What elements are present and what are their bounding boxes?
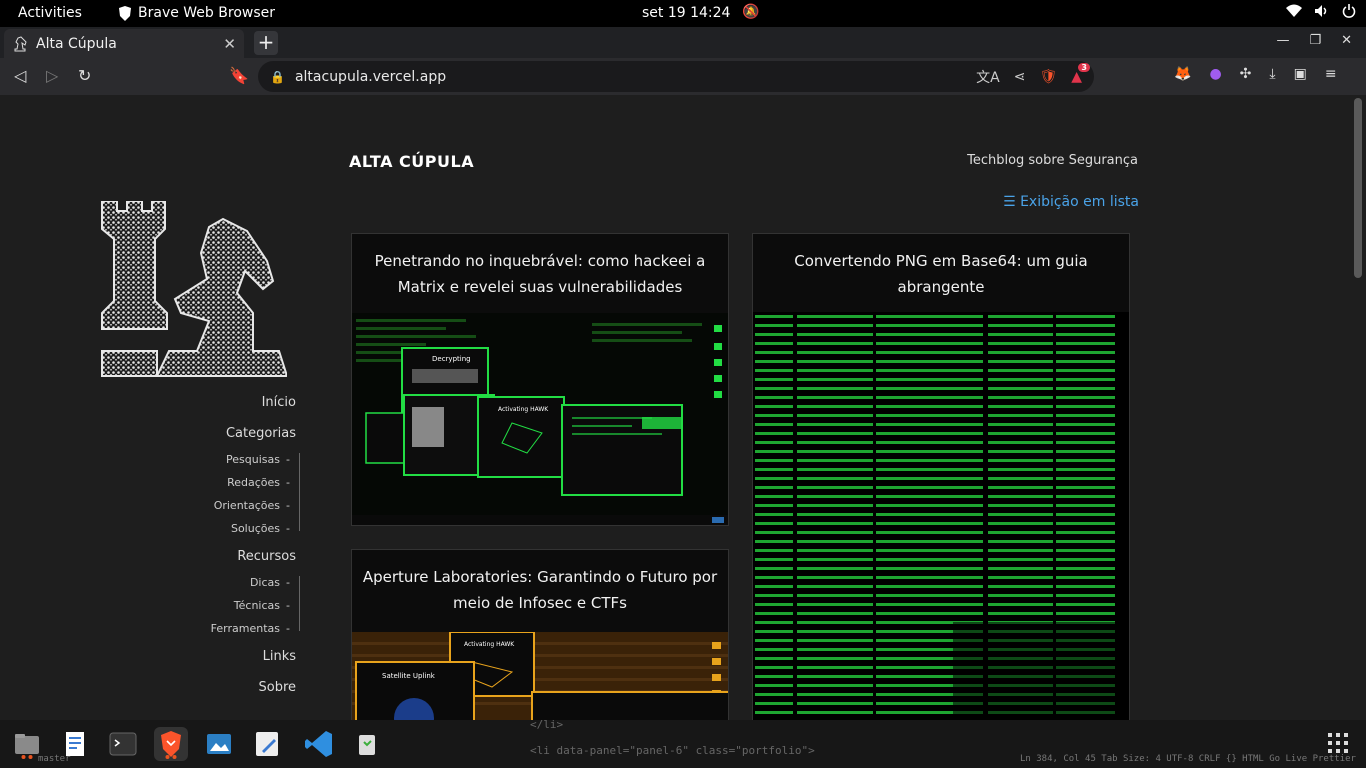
pencil-notes-icon (256, 732, 278, 756)
list-view-toggle[interactable]: ☰ Exibição em lista (1003, 194, 1139, 210)
hacker-screens-image: Decrypting Activating HAWK (352, 319, 728, 525)
page-scrollbar[interactable] (1354, 98, 1362, 278)
dock-terminal[interactable] (106, 727, 140, 761)
running-indicator (21, 755, 33, 759)
image-viewer-icon (207, 734, 231, 754)
post-card[interactable]: Convertendo PNG em Base64: um guia abran… (752, 233, 1130, 720)
close-window-icon[interactable]: ✕ (1341, 33, 1352, 48)
editor-line: </li> (530, 718, 564, 731)
browser-toolbar: ◁ ▷ ↻ 🔖 🔒 altacupula.vercel.app 文A ⋖ 🛡 ▲… (0, 58, 1366, 95)
base64-text-image (753, 312, 1129, 720)
maximize-icon[interactable]: ❐ (1309, 33, 1321, 48)
window-controls: — ❐ ✕ (1276, 33, 1352, 48)
satellite-uplink-label: Satellite Uplink (382, 672, 436, 680)
nav-sub-tecnicas[interactable]: Técnicas (150, 599, 300, 612)
nav-sub-orientacoes[interactable]: Orientações (150, 499, 300, 512)
trash-icon (359, 735, 375, 755)
terminal-icon (109, 732, 137, 756)
nav-sub-ferramentas[interactable]: Ferramentas (150, 622, 300, 635)
post-card[interactable]: Penetrando no inquebrável: como hackeei … (351, 233, 729, 526)
nav-sub-redacoes[interactable]: Redações (150, 476, 300, 489)
notifications-muted-icon: 🔕 (742, 4, 760, 20)
extensions-area: 🦊 ● ✣ ⤓ ▣ ≡ (1174, 66, 1337, 82)
dock-trash[interactable] (350, 727, 384, 761)
rewards-badge: 3 (1078, 63, 1090, 72)
decrypting-label: Decrypting (432, 355, 471, 363)
menu-icon[interactable]: ≡ (1325, 66, 1337, 82)
post-title[interactable]: Convertendo PNG em Base64: um guia abran… (753, 234, 1129, 300)
app-menu[interactable]: Brave Web Browser (118, 5, 275, 21)
extensions-puzzle-icon[interactable]: ✣ (1240, 66, 1252, 82)
downloads-icon[interactable]: ⤓ (1269, 66, 1275, 82)
power-icon (1342, 4, 1356, 18)
translate-icon[interactable]: 文A (976, 67, 1000, 87)
share-icon[interactable]: ⋖ (1014, 69, 1026, 85)
resources-submenu: Dicas Técnicas Ferramentas (150, 576, 300, 635)
close-tab-icon[interactable]: ✕ (223, 35, 236, 53)
post-title[interactable]: Aperture Laboratories: Garantindo o Futu… (352, 550, 728, 616)
brave-icon (119, 5, 131, 21)
running-indicator (165, 755, 177, 759)
site-subtitle: Techblog sobre Segurança (967, 153, 1138, 168)
nav-sub-pesquisas[interactable]: Pesquisas (150, 453, 300, 466)
nav-categories[interactable]: Categorias (150, 426, 300, 441)
dock-notes[interactable] (250, 727, 284, 761)
show-applications-icon[interactable] (1328, 733, 1348, 753)
back-icon[interactable]: ◁ (14, 66, 26, 85)
brave-shields-icon[interactable]: 🛡 (1039, 69, 1057, 85)
side-navigation: Início Categorias Pesquisas Redações Ori… (150, 395, 300, 711)
metamask-icon[interactable]: 🦊 (1174, 66, 1191, 82)
wifi-icon (1286, 4, 1302, 17)
dock: </li> <li data-panel="panel-6" class="po… (0, 718, 1366, 768)
sidebar-icon[interactable]: ▣ (1294, 66, 1307, 82)
lock-icon[interactable]: 🔒 (270, 70, 285, 84)
dock-vscode[interactable] (302, 727, 336, 761)
dock-brave[interactable] (154, 727, 188, 761)
activities-button[interactable]: Activities (18, 5, 82, 21)
nav-about[interactable]: Sobre (150, 680, 300, 695)
reload-icon[interactable]: ↻ (78, 66, 91, 85)
address-bar[interactable]: 🔒 altacupula.vercel.app 文A ⋖ 🛡 ▲ 3 (258, 61, 1094, 92)
system-top-bar: Activities Brave Web Browser set 19 14:2… (0, 0, 1366, 27)
clock[interactable]: set 19 14:24 (642, 5, 730, 21)
volume-icon (1315, 5, 1327, 17)
system-tray[interactable] (1286, 4, 1356, 18)
post-thumbnail[interactable]: Activating HAWK Satellite Uplink (352, 632, 728, 720)
nav-sub-solucoes[interactable]: Soluções (150, 522, 300, 535)
chess-knight-icon (14, 35, 27, 51)
address-bar-actions: 文A ⋖ 🛡 ▲ 3 (976, 63, 1090, 87)
extension-orb-icon[interactable]: ● (1209, 66, 1221, 82)
new-tab-button[interactable]: + (254, 31, 278, 55)
url-text[interactable]: altacupula.vercel.app (295, 69, 446, 85)
post-card[interactable]: Aperture Laboratories: Garantindo o Futu… (351, 549, 729, 720)
minimize-icon[interactable]: — (1276, 33, 1289, 48)
dock-text-editor[interactable] (58, 727, 92, 761)
chess-logo-icon[interactable] (97, 201, 287, 391)
forward-icon[interactable]: ▷ (46, 66, 58, 85)
hacker-screens-image: Activating HAWK Satellite Uplink (352, 632, 728, 720)
post-title[interactable]: Penetrando no inquebrável: como hackeei … (352, 234, 728, 300)
post-thumbnail[interactable] (753, 312, 1129, 720)
tab-alta-cupula[interactable]: Alta Cúpula ✕ (4, 29, 244, 58)
nav-resources[interactable]: Recursos (150, 549, 300, 564)
nav-sub-dicas[interactable]: Dicas (150, 576, 300, 589)
bookmark-icon[interactable]: 🔖 (229, 66, 249, 85)
vscode-icon (305, 731, 332, 757)
activating-hawk-label: Activating HAWK (498, 406, 549, 413)
site-title[interactable]: ALTA CÚPULA (349, 152, 474, 171)
app-name: Brave Web Browser (138, 5, 275, 21)
dock-image-viewer[interactable] (202, 727, 236, 761)
activating-hawk-label: Activating HAWK (464, 641, 515, 648)
editor-status-right: Ln 384, Col 45 Tab Size: 4 UTF-8 CRLF {}… (1020, 754, 1356, 764)
page-viewport: ALTA CÚPULA Techblog sobre Segurança ☰ E… (0, 95, 1366, 720)
categories-submenu: Pesquisas Redações Orientações Soluções (150, 453, 300, 535)
post-thumbnail[interactable]: Decrypting Activating HAWK (352, 313, 728, 525)
nav-home[interactable]: Início (150, 395, 300, 410)
dock-files[interactable] (10, 727, 44, 761)
document-viewer-icon (66, 732, 84, 756)
tab-title: Alta Cúpula (36, 35, 117, 52)
tab-strip: Alta Cúpula ✕ + — ❐ ✕ (0, 27, 1366, 58)
brave-rewards-icon[interactable]: ▲ 3 (1071, 63, 1090, 85)
nav-links[interactable]: Links (150, 649, 300, 664)
